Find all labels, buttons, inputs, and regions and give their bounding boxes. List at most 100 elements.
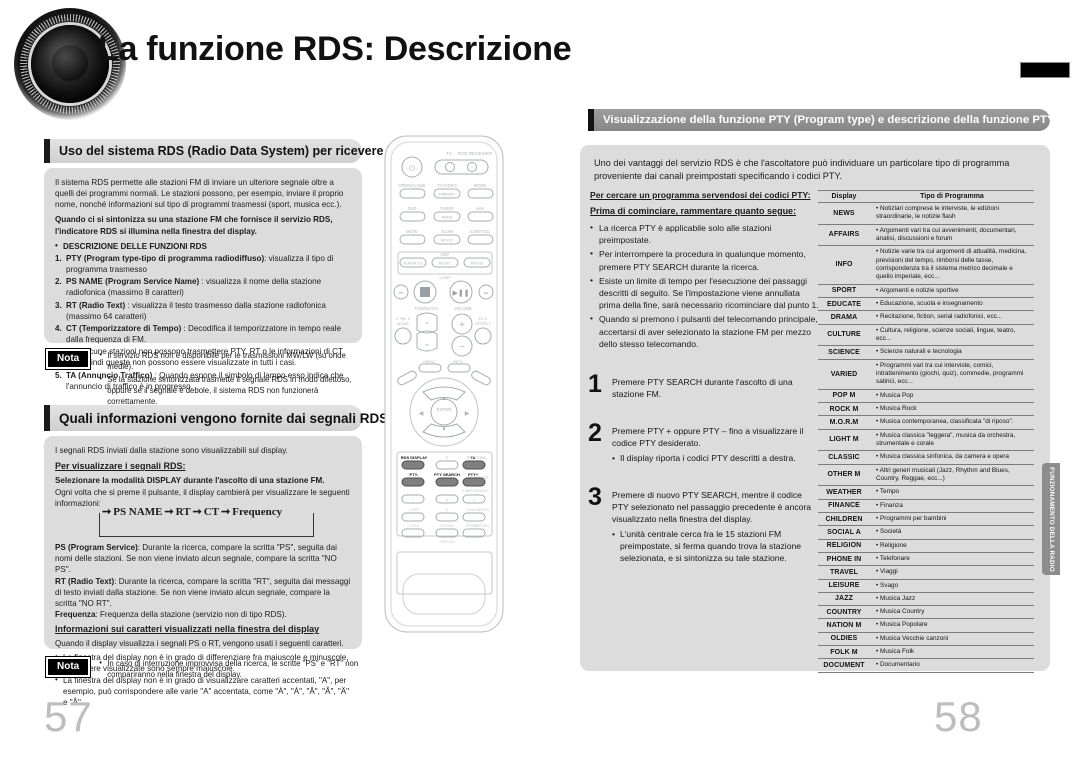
svg-text:RETURN: RETURN <box>474 524 489 528</box>
pty-description: Argomenti vari tra cui avvenimenti, docu… <box>870 223 1034 247</box>
note-item: Se la stazione sintonizzata trasmette il… <box>99 374 364 408</box>
note-tag: Nota <box>46 349 91 369</box>
table-row: SCIENCEScienze naturali e tecnologia <box>818 345 1034 360</box>
signals-intro: I segnali RDS inviati dalla stazione son… <box>55 446 288 455</box>
step-body: Premere di nuovo PTY SEARCH, mentre il c… <box>612 486 818 564</box>
svg-text:TUNER MEMORY: TUNER MEMORY <box>461 489 490 493</box>
svg-text:0: 0 <box>446 508 448 512</box>
pty-description: Viaggi <box>870 565 1034 580</box>
manual-page-spread: La funzione RDS: Descrizione Uso del sis… <box>0 0 1080 763</box>
flow-arrow-icon: ➞ <box>192 506 202 519</box>
pty-code: TRAVEL <box>818 565 870 580</box>
freq-label: Frequenza <box>55 609 96 619</box>
svg-text:TV: TV <box>446 151 453 156</box>
pty-code: EDUCATE <box>818 296 870 312</box>
pty-code: WEATHER <box>818 485 870 500</box>
fn-label: RT (Radio Text) <box>66 300 126 310</box>
svg-text:TV/VIDEO: TV/VIDEO <box>437 183 457 188</box>
pty-description: Musica Pop <box>870 388 1034 403</box>
signals-subheading-1: Per visualizzare i segnali RDS: <box>55 461 186 472</box>
table-row: RELIGIONReligione <box>818 538 1034 553</box>
pty-code: FINANCE <box>818 498 870 513</box>
svg-text:DIMMER: DIMMER <box>439 192 455 197</box>
freq-desc: : Frequenza della stazione (servizio non… <box>95 609 287 619</box>
section-heading-rds-info: Quali informazioni vengono fornite dai s… <box>44 405 397 431</box>
svg-text:−: − <box>459 342 465 353</box>
pty-code: INFO <box>818 245 870 285</box>
pty-description: Svago <box>870 578 1034 593</box>
pty-description: Tempo <box>870 485 1034 500</box>
pty-code: M.O.R.M <box>818 415 870 430</box>
pty-description: Religione <box>870 538 1034 553</box>
step-number: 2 <box>588 419 602 448</box>
panel-rds-signals: I segnali RDS inviati dalla stazione son… <box>44 436 362 707</box>
display-cycle-diagram: ➞ PS NAME ➞ RT ➞ CT ➞ Frequency <box>99 505 314 538</box>
svg-text:SLOW: SLOW <box>441 229 453 234</box>
svg-text:⌄: ⌄ <box>424 339 431 348</box>
pty-description: Società <box>870 525 1034 540</box>
page-number-right: 58 <box>934 693 983 740</box>
fn-label: CT (Temporizzatore di Tempo) <box>66 323 182 333</box>
rds-function-item: RT (Radio Text) : visualizza il testo tr… <box>55 300 351 322</box>
pty-code: FOLK M <box>818 645 870 660</box>
svg-text:MODE: MODE <box>397 321 409 326</box>
table-row: CHILDRENProgrammi per bambini <box>818 511 1034 527</box>
svg-text:INFO: INFO <box>453 360 462 364</box>
table-row: OTHER MAltri generi musicali (Jazz, Rhyt… <box>818 463 1034 487</box>
table-row: M.O.R.MMusica contemporanea, classificat… <box>818 415 1034 430</box>
rds-indicator-note: Quando ci si sintonizza su una stazione … <box>55 215 333 236</box>
table-row: JAZZMusica Jazz <box>818 591 1034 607</box>
table-row: SOCIAL ASocietà <box>818 525 1034 540</box>
rt-label: RT (Radio Text) <box>55 576 115 586</box>
pty-bullet-text: Per interrompere la procedura in qualunq… <box>599 249 806 272</box>
pty-description: Notiziari comprese le interviste, le edi… <box>870 202 1034 225</box>
pty-steps: 1 Premere PTY SEARCH durante l'ascolto d… <box>588 370 818 579</box>
table-row: LEISURESvago <box>818 578 1034 593</box>
pty-code: OLDIES <box>818 631 870 647</box>
svg-text:EFFECT: EFFECT <box>475 321 491 326</box>
step-3: 3 Premere di nuovo PTY SEARCH, mentre il… <box>588 483 818 564</box>
fn-label: PS NAME (Program Service Name) <box>66 277 200 287</box>
pty-code: DOCUMENT <box>818 658 870 673</box>
step-text: Premere PTY + oppure PTY – fino a visual… <box>612 426 804 449</box>
pty-description: Documentario <box>870 658 1034 673</box>
pty-code: ROCK M <box>818 401 870 417</box>
step-subnote: L'unità centrale cerca fra le 15 stazion… <box>612 528 818 564</box>
svg-text:STEP: STEP <box>409 508 419 512</box>
table-row: FINANCEFinanza <box>818 498 1034 513</box>
pty-code: OTHER M <box>818 463 870 487</box>
col-header-display: Display <box>818 190 870 203</box>
ps-line: PS (Program Service): Durante la ricerca… <box>55 542 351 575</box>
svg-text:▼: ▼ <box>441 427 447 433</box>
svg-text:SUPER 5.1: SUPER 5.1 <box>403 262 422 266</box>
svg-text:PTY SEARCH: PTY SEARCH <box>434 472 460 477</box>
pty-bullet-text: Esiste un limite di tempo per l'esecuzio… <box>599 275 819 311</box>
svg-text:+: + <box>459 320 465 331</box>
section-heading-label: Visualizzazione della funzione PTY (Prog… <box>603 114 1080 126</box>
svg-text:▶: ▶ <box>465 411 470 417</box>
pty-description: Musica Jazz <box>870 591 1034 607</box>
flow-arrow-icon: ➞ <box>221 506 231 519</box>
panel-rds-description: Il sistema RDS permette alle stazioni FM… <box>44 168 362 391</box>
svg-text:ZOOM: ZOOM <box>478 508 489 512</box>
table-row: PHONE INTelefonare <box>818 551 1034 567</box>
step-text: Premere di nuovo PTY SEARCH, mentre il c… <box>612 490 812 525</box>
bullet-icon: • <box>590 313 594 324</box>
table-row: WEATHERTempo <box>818 485 1034 500</box>
pty-description: Musica Vecchie canzoni <box>870 631 1034 647</box>
step-number: 3 <box>588 483 602 512</box>
pty-instructions-block: Per cercare un programma servendosi dei … <box>590 190 822 350</box>
page-title: La funzione RDS: Descrizione <box>98 30 572 68</box>
pty-bullet-text: Quando si premono i pulsanti del telecom… <box>599 314 818 349</box>
pty-bullet: • Esiste un limite di tempo per l'esecuzi… <box>590 275 822 312</box>
svg-text:PTY-: PTY- <box>410 472 420 477</box>
step-number: 1 <box>588 370 602 398</box>
pty-description: Recitazione, fiction, serial radiofonici… <box>870 310 1034 325</box>
table-row: CULTURECultura, religione, scienze socia… <box>818 323 1034 347</box>
svg-text:⏻: ⏻ <box>409 164 416 173</box>
svg-text:⏭: ⏭ <box>484 291 489 297</box>
flow-arrow-icon: ➞ <box>102 506 112 519</box>
pty-description: Musica Rock <box>870 401 1034 417</box>
pty-description: Musica Popolare <box>870 618 1034 633</box>
table-row: ROCK MMusica Rock <box>818 401 1034 417</box>
